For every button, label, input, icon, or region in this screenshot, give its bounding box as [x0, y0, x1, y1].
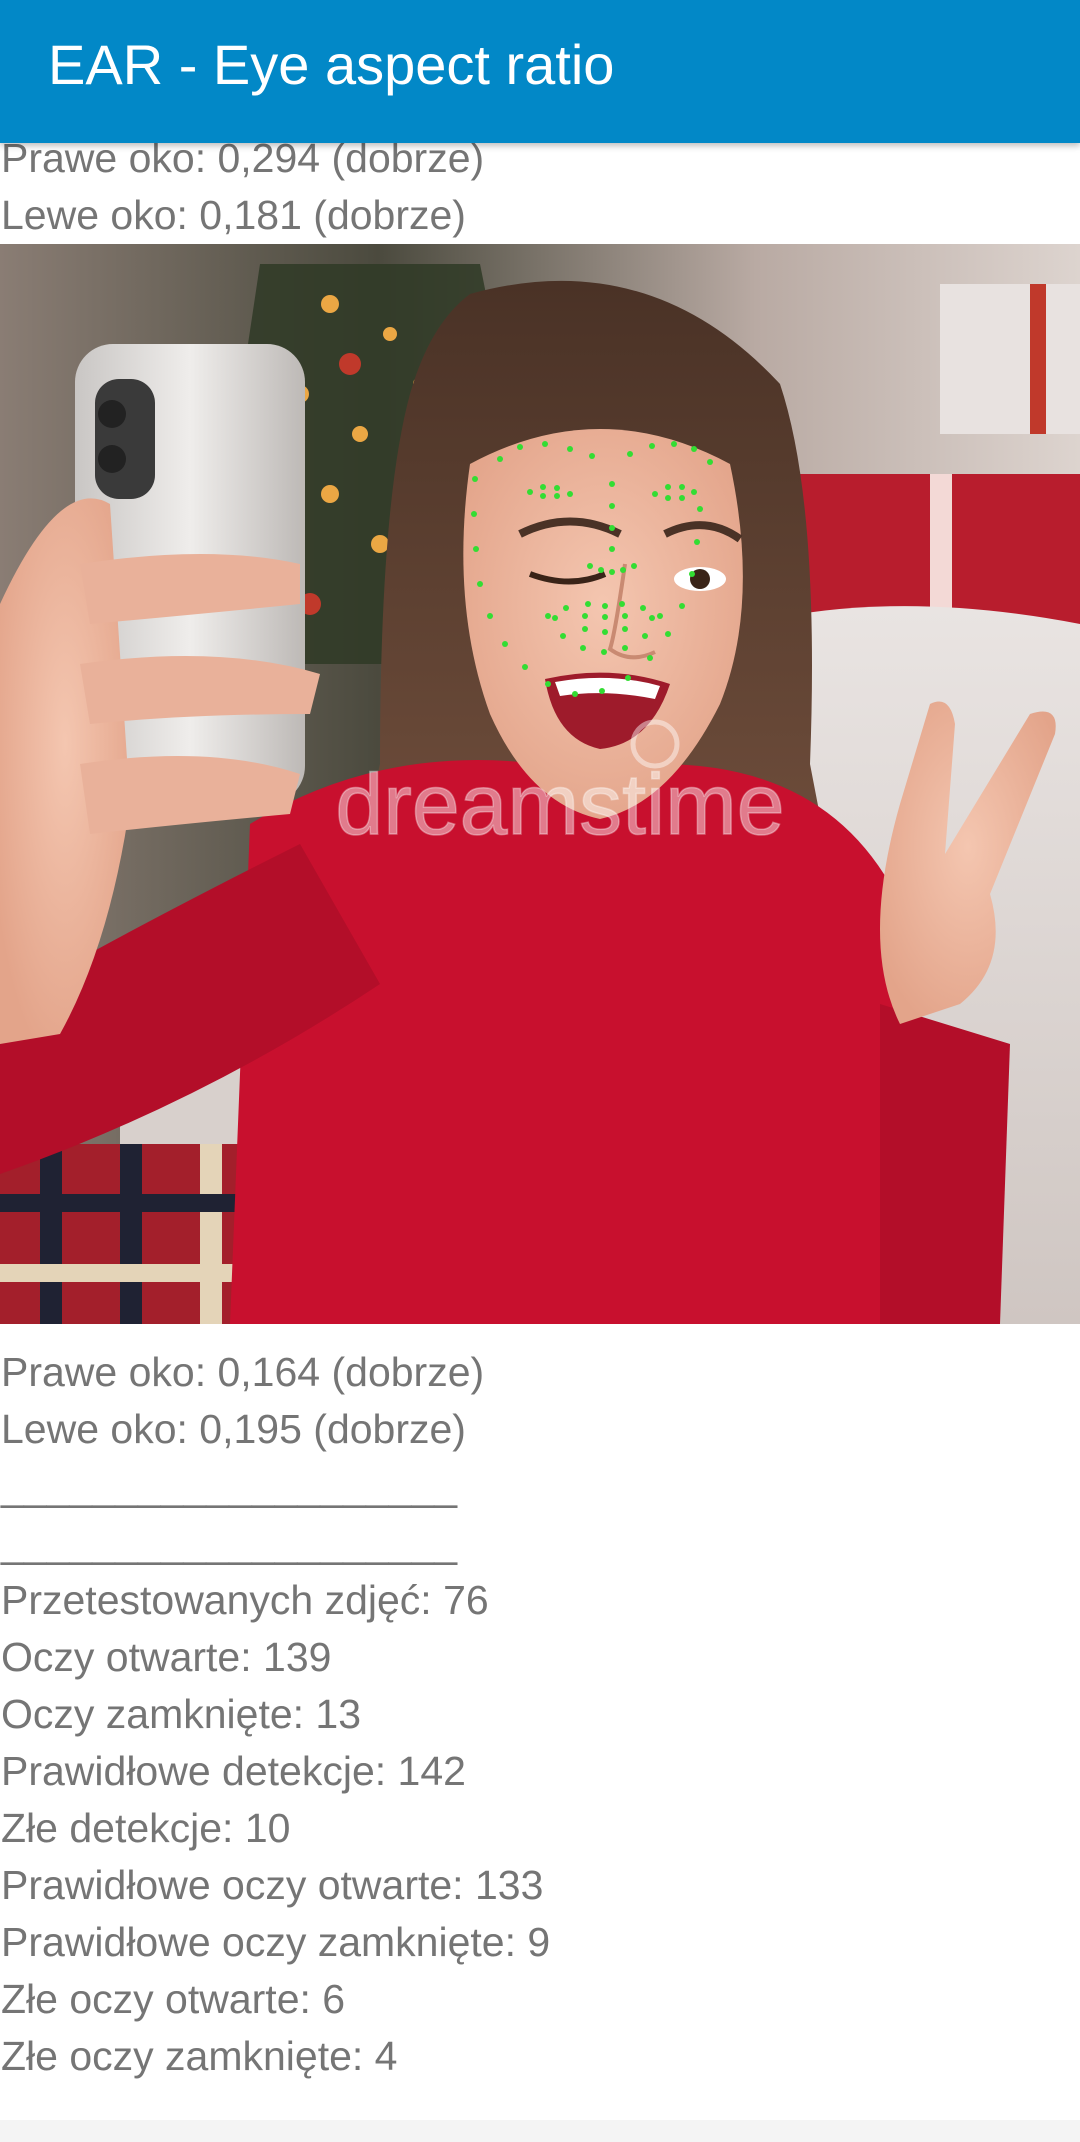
separator-line: ____________________: [1, 1463, 458, 1509]
image-watermark: dreamstime: [335, 757, 784, 853]
stat-correct-eyes-closed: Prawidłowe oczy zamknięte: 9: [1, 1919, 551, 1965]
bottom-edge: [0, 2120, 1080, 2142]
app-bar: EAR - Eye aspect ratio: [0, 0, 1080, 143]
app-title: EAR - Eye aspect ratio: [48, 33, 615, 96]
stat-bad-eyes-open: Złe oczy otwarte: 6: [1, 1976, 346, 2022]
stat-bad-detections: Złe detekcje: 10: [1, 1805, 291, 1851]
selfie-photo: dreamstime: [0, 244, 1080, 1324]
second-right-eye-result: Prawe oko: 0,164 (dobrze): [1, 1349, 485, 1395]
stat-correct-eyes-open: Prawidłowe oczy otwarte: 133: [1, 1862, 544, 1908]
stat-correct-detections: Prawidłowe detekcje: 142: [1, 1748, 466, 1794]
stat-tested-photos: Przetestowanych zdjęć: 76: [1, 1577, 489, 1623]
separator-line: ____________________: [1, 1520, 458, 1566]
app-screen: Prawe oko: 0,294 (dobrze) Lewe oko: 0,18…: [0, 0, 1080, 2142]
stat-bad-eyes-closed: Złe oczy zamknięte: 4: [1, 2033, 398, 2079]
stat-eyes-closed: Oczy zamknięte: 13: [1, 1691, 362, 1737]
stat-eyes-open: Oczy otwarte: 139: [1, 1634, 332, 1680]
first-left-eye-result: Lewe oko: 0,181 (dobrze): [1, 192, 466, 238]
results-scroll-view[interactable]: Prawe oko: 0,294 (dobrze) Lewe oko: 0,18…: [0, 130, 1080, 2142]
second-left-eye-result: Lewe oko: 0,195 (dobrze): [1, 1406, 466, 1452]
